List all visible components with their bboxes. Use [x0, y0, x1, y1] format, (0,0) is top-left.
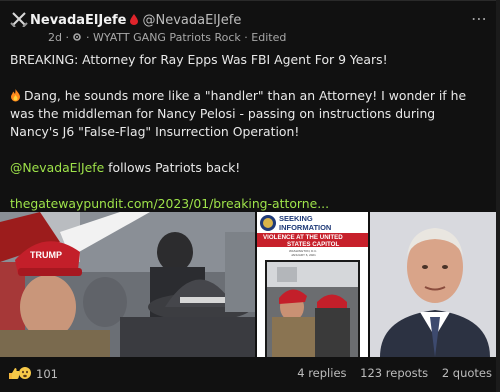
follows-text: follows Patriots back!	[104, 160, 241, 175]
reposts-count[interactable]: 123 reposts	[360, 366, 428, 380]
scrollbar[interactable]	[496, 0, 500, 392]
media-gallery: TRUMP SEEKING INFORMATION VIOLENCE AT TH…	[0, 212, 500, 357]
post-paragraph-text: Dang, he sounds more like a "handler" th…	[10, 88, 467, 139]
reactions[interactable]: 101	[8, 366, 58, 381]
reaction-count: 101	[36, 367, 58, 381]
poster-small-2: JANUARY 6, 2021	[291, 253, 316, 257]
post-stats: 4 replies 123 reposts 2 quotes	[287, 366, 492, 380]
hat-text: TRUMP	[30, 250, 62, 260]
crossed-swords-icon	[10, 12, 28, 27]
edited-label[interactable]: Edited	[251, 31, 286, 44]
meta-separator: ·	[65, 31, 69, 44]
fire-emoji-icon	[11, 89, 20, 102]
portrait-photo	[370, 212, 500, 357]
post-headline: BREAKING: Attorney for Ray Epps Was FBI …	[10, 52, 388, 67]
post-card[interactable]: NevadaElJefe @NevadaElJefe 2d · · WYATT G…	[0, 0, 500, 392]
poster-subtitle-1: VIOLENCE AT THE UNITED	[263, 234, 343, 241]
article-link[interactable]: thegatewaypundit.com/2023/01/breaking-at…	[10, 196, 329, 211]
reaction-emojis-icon	[9, 367, 31, 379]
meta-separator: ·	[244, 31, 248, 44]
post-header: NevadaElJefe @NevadaElJefe 2d · · WYATT G…	[10, 9, 490, 45]
poster-title-1: SEEKING	[279, 214, 313, 223]
meta-separator: ·	[85, 31, 90, 44]
media-image-portrait[interactable]	[370, 212, 500, 357]
more-options-icon[interactable]: ⋯	[471, 11, 488, 27]
post-footer: 101 4 replies 123 reposts 2 quotes	[8, 366, 492, 386]
author-handle[interactable]: @NevadaElJefe	[142, 13, 241, 28]
blood-drop-icon	[130, 14, 139, 25]
replies-count[interactable]: 4 replies	[297, 366, 346, 380]
crowd-photo: TRUMP	[0, 212, 255, 357]
quotes-count[interactable]: 2 quotes	[442, 366, 492, 380]
follows-line: @NevadaElJefe follows Patriots back!	[10, 159, 484, 177]
fbi-poster-photo: SEEKING INFORMATION VIOLENCE AT THE UNIT…	[257, 212, 368, 357]
post-body: BREAKING: Attorney for Ray Epps Was FBI …	[10, 51, 484, 213]
poster-subtitle-2: STATES CAPITOL	[287, 241, 339, 248]
media-image-fbi-poster[interactable]: SEEKING INFORMATION VIOLENCE AT THE UNIT…	[257, 212, 368, 357]
mention-link[interactable]: @NevadaElJefe	[10, 160, 104, 175]
author-row: NevadaElJefe @NevadaElJefe	[30, 13, 241, 28]
settings-icon	[73, 33, 82, 41]
poster-title-2: INFORMATION	[279, 223, 331, 232]
post-paragraph: Dang, he sounds more like a "handler" th…	[10, 87, 484, 141]
post-meta: 2d · · WYATT GANG Patriots Rock · Edited	[48, 31, 286, 44]
link-line: thegatewaypundit.com/2023/01/breaking-at…	[10, 195, 484, 213]
group-name[interactable]: WYATT GANG Patriots Rock	[93, 31, 241, 44]
media-image-crowd[interactable]: TRUMP	[0, 212, 255, 357]
timestamp[interactable]: 2d	[48, 31, 62, 44]
author-name[interactable]: NevadaElJefe	[30, 13, 126, 28]
